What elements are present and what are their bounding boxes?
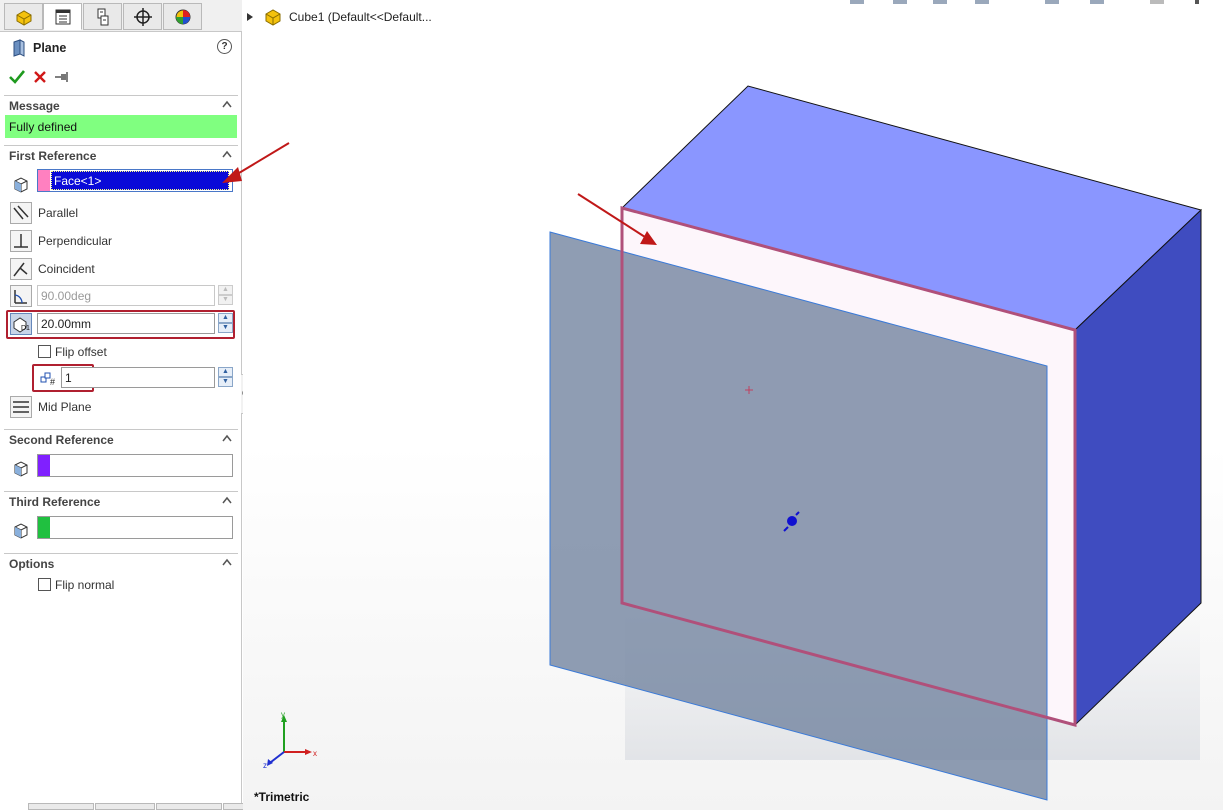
view-triad[interactable]: y x z [263, 710, 317, 770]
triad-x-label: x [313, 749, 317, 758]
view-orientation-label: *Trimetric [254, 790, 310, 804]
triad-y-label: y [281, 710, 285, 719]
3d-scene[interactable]: y x z [0, 0, 1223, 810]
triad-z-label: z [263, 761, 267, 770]
annotation-arrow-to-selection-box [222, 142, 290, 183]
